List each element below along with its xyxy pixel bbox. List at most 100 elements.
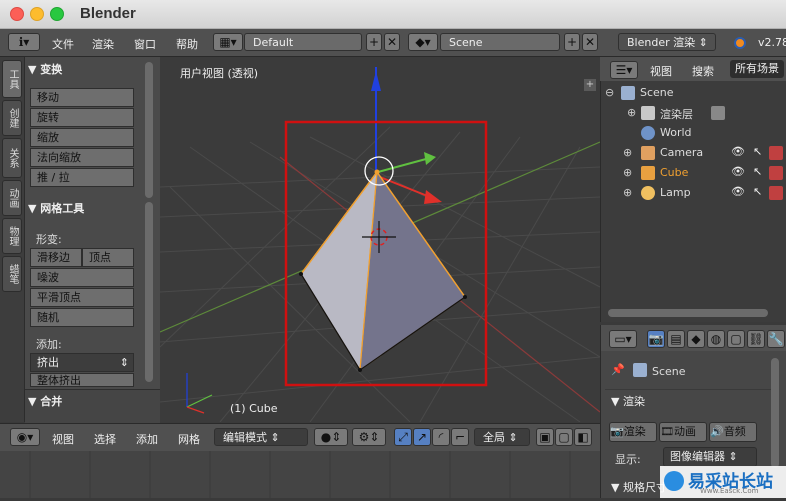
layout-field[interactable]: Default xyxy=(244,33,362,51)
render-audio-button[interactable]: 🔊音频 xyxy=(709,422,757,442)
panel-dimensions-header[interactable]: ▼ 规格尺寸 xyxy=(611,479,667,495)
render-engine-select[interactable]: Blender 渲染 ⇕ xyxy=(618,33,716,51)
screen-layout-icon[interactable]: ▦▾ xyxy=(213,33,243,51)
move-button[interactable]: 移动 xyxy=(30,88,134,107)
layer-icon-3[interactable]: ◧ xyxy=(574,428,592,446)
outliner-row-world[interactable]: World xyxy=(605,123,786,143)
timeline[interactable] xyxy=(0,451,600,498)
outliner-row-cube[interactable]: ⊕ Cube 👁 ↖ xyxy=(605,163,786,183)
pivot-point-icon[interactable]: ⚙⇕ xyxy=(352,428,386,446)
outliner-row-scene[interactable]: ⊖ Scene xyxy=(605,83,786,103)
zoom-window-button[interactable] xyxy=(50,7,64,21)
selectable-cursor-icon[interactable]: ↖ xyxy=(753,165,762,178)
viewport-expand-icon[interactable]: + xyxy=(584,79,596,91)
editor-type-3d-icon[interactable]: ◉▾ xyxy=(10,428,40,446)
visibility-eye-icon[interactable]: 👁 xyxy=(731,165,745,178)
renderable-camera-icon[interactable] xyxy=(769,186,783,200)
constraints-context-icon[interactable]: ⛓ xyxy=(747,330,765,348)
tab-create[interactable]: 创建 xyxy=(2,100,22,136)
extrude-region-button[interactable]: 整体挤出 xyxy=(30,373,134,387)
outliner-filter-select[interactable]: 所有场景 xyxy=(730,60,784,78)
outliner-row-lamp[interactable]: ⊕ Lamp 👁 ↖ xyxy=(605,183,786,203)
3d-viewport[interactable]: 用户视图 (透视) (1) Cube + xyxy=(160,57,600,422)
outliner-scrollbar[interactable] xyxy=(608,309,768,317)
menu-window[interactable]: 窗口 xyxy=(134,36,156,52)
outliner-row-camera[interactable]: ⊕ Camera 👁 ↖ xyxy=(605,143,786,163)
menu-add[interactable]: 添加 xyxy=(136,431,158,447)
menu-view[interactable]: 视图 xyxy=(52,431,74,447)
panel-transform-header[interactable]: ▼ 变换 xyxy=(28,61,62,77)
push-pull-button[interactable]: 推 / 拉 xyxy=(30,168,134,187)
collapse-icon[interactable]: ⊖ xyxy=(605,86,614,99)
expand-icon[interactable]: ⊕ xyxy=(623,166,632,179)
shrink-fatten-button[interactable]: 法向缩放 xyxy=(30,148,134,167)
scene-browse-icon[interactable]: ◆▾ xyxy=(408,33,438,51)
noise-button[interactable]: 噪波 xyxy=(30,268,134,287)
world-context-icon[interactable]: ◍ xyxy=(707,330,725,348)
delete-layout-button[interactable]: ✕ xyxy=(384,33,400,51)
close-window-button[interactable] xyxy=(10,7,24,21)
delete-scene-button[interactable]: ✕ xyxy=(582,33,598,51)
smooth-vertex-button[interactable]: 平滑顶点 xyxy=(30,288,134,307)
tab-physics[interactable]: 物理 xyxy=(2,218,22,254)
randomize-button[interactable]: 随机 xyxy=(30,308,134,327)
outliner-row-render-layers[interactable]: ⊕ 渲染层 xyxy=(605,103,786,123)
expand-icon[interactable]: ⊕ xyxy=(623,146,632,159)
menu-help[interactable]: 帮助 xyxy=(176,36,198,52)
add-scene-button[interactable]: + xyxy=(564,33,580,51)
menu-select[interactable]: 选择 xyxy=(94,431,116,447)
rotate-button[interactable]: 旋转 xyxy=(30,108,134,127)
translate-manipulator-icon[interactable]: ↗ xyxy=(413,428,431,446)
properties-scrollbar[interactable] xyxy=(771,358,779,468)
mode-select[interactable]: 编辑模式 ⇕ xyxy=(214,428,308,446)
scene-field[interactable]: Scene xyxy=(440,33,560,51)
extrude-select[interactable]: 挤出 ⇕ xyxy=(30,353,134,372)
render-context-icon[interactable]: 📷 xyxy=(647,330,665,348)
layer-icon[interactable]: ▣ xyxy=(536,428,554,446)
scene-context-icon[interactable]: ◆ xyxy=(687,330,705,348)
outliner-menu-view[interactable]: 视图 xyxy=(650,63,672,79)
renderable-camera-icon[interactable] xyxy=(769,146,783,160)
tab-relations[interactable]: 关系 xyxy=(2,138,22,178)
panel-mesh-tools-header[interactable]: ▼ 网格工具 xyxy=(28,200,84,216)
scale-button[interactable]: 缩放 xyxy=(30,128,134,147)
modifiers-context-icon[interactable]: 🔧 xyxy=(767,330,785,348)
rotate-manipulator-icon[interactable]: ◜ xyxy=(432,428,450,446)
editor-type-info-button[interactable]: ℹ▾ xyxy=(8,33,40,51)
selectable-cursor-icon[interactable]: ↖ xyxy=(753,185,762,198)
minimize-window-button[interactable] xyxy=(30,7,44,21)
render-animation-button[interactable]: 🎞动画 xyxy=(659,422,707,442)
selectable-cursor-icon[interactable]: ↖ xyxy=(753,145,762,158)
expand-icon[interactable]: ⊕ xyxy=(623,186,632,199)
render-image-button[interactable]: 📷渲染 xyxy=(609,422,657,442)
viewport-shading-icon[interactable]: ●⇕ xyxy=(314,428,348,446)
outliner-menu-search[interactable]: 搜索 xyxy=(692,63,714,79)
expand-icon[interactable]: ⊕ xyxy=(627,106,636,119)
slide-edge-button[interactable]: 滑移边 xyxy=(30,248,82,267)
orientation-select[interactable]: 全局 ⇕ xyxy=(474,428,530,446)
menu-render[interactable]: 渲染 xyxy=(92,36,114,52)
toolshelf-scrollbar-lower[interactable] xyxy=(145,202,153,382)
panel-render-header[interactable]: ▼ 渲染 xyxy=(611,393,645,409)
layer-icon-2[interactable]: ▢ xyxy=(555,428,573,446)
menu-file[interactable]: 文件 xyxy=(52,36,74,52)
visibility-eye-icon[interactable]: 👁 xyxy=(731,145,745,158)
tab-tools[interactable]: 工具 xyxy=(2,60,22,98)
add-layout-button[interactable]: + xyxy=(366,33,382,51)
menu-mesh[interactable]: 网格 xyxy=(178,431,200,447)
object-context-icon[interactable]: ▢ xyxy=(727,330,745,348)
display-select[interactable]: 图像编辑器 ⇕ xyxy=(663,447,757,467)
vertex-slide-button[interactable]: 顶点 xyxy=(82,248,134,267)
editor-type-outliner-icon[interactable]: ☰▾ xyxy=(610,61,638,79)
scale-manipulator-icon[interactable]: ⌐ xyxy=(451,428,469,446)
render-layer-context-icon[interactable]: ▤ xyxy=(667,330,685,348)
panel-merge-header[interactable]: ▼ 合并 xyxy=(28,393,62,409)
editor-type-properties-icon[interactable]: ▭▾ xyxy=(609,330,637,348)
tab-animation[interactable]: 动画 xyxy=(2,180,22,216)
manipulator-toggle-icon[interactable]: ⤢ xyxy=(394,428,412,446)
pin-icon[interactable]: 📌 xyxy=(611,363,625,376)
renderable-camera-icon[interactable] xyxy=(769,166,783,180)
tab-grease-pencil[interactable]: 蜡笔 xyxy=(2,256,22,292)
visibility-eye-icon[interactable]: 👁 xyxy=(731,185,745,198)
toolshelf-scrollbar[interactable] xyxy=(145,62,153,198)
